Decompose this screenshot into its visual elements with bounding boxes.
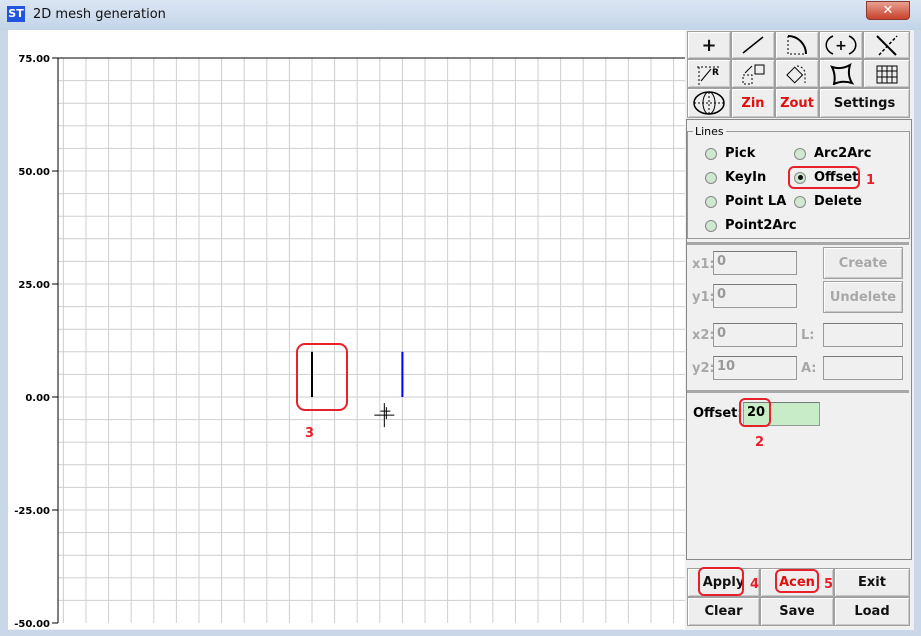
l-field[interactable] (823, 323, 903, 347)
radius-tool-button[interactable]: R (687, 59, 731, 88)
close-button[interactable]: ✕ (866, 1, 910, 20)
annotation-number-5: 5 (824, 577, 834, 592)
y2-field[interactable]: 10 (713, 356, 797, 380)
y-tick-label: 50.00 (18, 167, 50, 178)
exit-button[interactable]: Exit (834, 568, 910, 597)
y-tick-label: 75.00 (18, 54, 50, 65)
annotation-box-1 (788, 166, 860, 189)
annotation-box-2 (739, 398, 771, 427)
annotation-number-4: 4 (750, 577, 760, 592)
a-field[interactable] (823, 356, 903, 380)
arc-icon (787, 35, 807, 55)
zoom-out-button[interactable]: Zout (775, 88, 819, 118)
y1-label: y1: (692, 290, 715, 305)
x2-field[interactable]: 0 (713, 323, 797, 347)
zoom-in-button[interactable]: Zin (731, 88, 775, 118)
move-tool-button[interactable] (731, 59, 775, 88)
offset-label: Offset: (693, 406, 743, 421)
y-tick-label: 0.00 (25, 393, 50, 404)
zoom-fit-button[interactable] (687, 88, 731, 118)
x2-label: x2: (692, 328, 715, 343)
clear-button[interactable]: Clear (687, 597, 760, 626)
svg-text:+: + (835, 38, 847, 54)
settings-button[interactable]: Settings (819, 88, 910, 118)
line-icon (742, 36, 764, 54)
radius-icon: R (697, 66, 721, 85)
annotation-number-2: 2 (755, 435, 765, 450)
undelete-button[interactable]: Undelete (823, 281, 903, 313)
globe-icon (693, 91, 725, 115)
intersect-tool-button[interactable] (863, 31, 910, 59)
mesh-tool-button[interactable] (863, 59, 910, 88)
radio-point2arc[interactable]: Point2Arc (705, 218, 797, 233)
create-button[interactable]: Create (823, 247, 903, 279)
rotate-tool-button[interactable] (775, 59, 819, 88)
radio-keyin[interactable]: KeyIn (705, 170, 766, 185)
radio-arc2arc[interactable]: Arc2Arc (794, 146, 871, 161)
divider (687, 390, 909, 393)
radio-delete[interactable]: Delete (794, 194, 862, 209)
divider (687, 242, 909, 245)
title-bar: ST 2D mesh generation ✕ (0, 0, 921, 30)
window-title: 2D mesh generation (33, 7, 166, 22)
lines-group-label: Lines (693, 125, 726, 138)
mesh-icon (876, 65, 897, 83)
annotation-box-5 (775, 569, 819, 593)
annotation-box-4 (698, 567, 744, 596)
radio-pick[interactable]: Pick (705, 146, 755, 161)
region-icon (830, 62, 855, 85)
save-button[interactable]: Save (760, 597, 834, 626)
drawing-canvas[interactable]: 75.00 50.00 25.00 0.00 -25.00 -50.00 (8, 30, 685, 629)
region-tool-button[interactable] (819, 59, 863, 88)
arc-tool-button[interactable] (775, 31, 819, 59)
circle-tool-button[interactable]: + (819, 31, 863, 59)
x1-field[interactable]: 0 (713, 251, 797, 275)
y-tick-label: -25.00 (14, 506, 50, 517)
annotation-number-3: 3 (305, 426, 315, 441)
y1-field[interactable]: 0 (713, 284, 797, 308)
x1-label: x1: (692, 257, 715, 272)
y-tick-label: 25.00 (18, 280, 50, 291)
y-tick-label: -50.00 (14, 619, 50, 629)
a-label: A: (801, 361, 817, 376)
svg-text:R: R (712, 68, 719, 78)
annotation-number-1: 1 (866, 173, 876, 188)
annotation-box-3 (296, 343, 348, 411)
radio-point-la[interactable]: Point LA (705, 194, 786, 209)
rotate-icon (786, 64, 806, 83)
add-point-button[interactable]: + (687, 31, 731, 59)
move-icon (742, 64, 765, 84)
line-tool-button[interactable] (731, 31, 775, 59)
y2-label: y2: (692, 361, 715, 376)
intersect-icon (875, 35, 898, 56)
plus-icon: + (701, 34, 717, 56)
load-button[interactable]: Load (834, 597, 910, 626)
circle-center-icon: + (825, 35, 857, 55)
app-logo-icon: ST (7, 6, 25, 22)
l-label: L: (801, 328, 815, 343)
